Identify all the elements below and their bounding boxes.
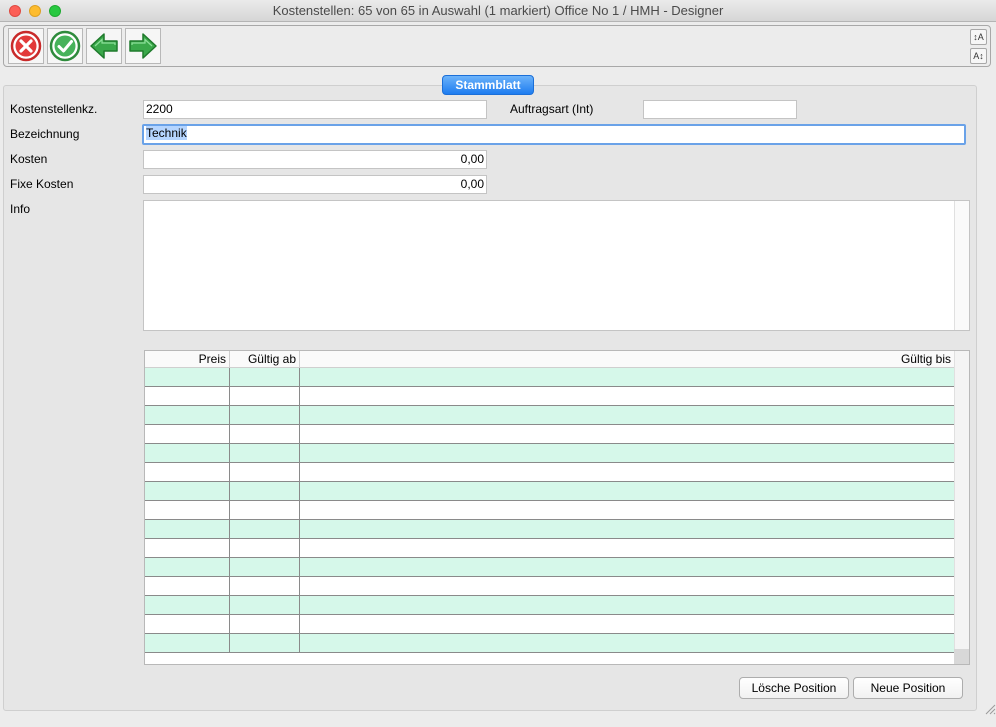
auftragsart-field[interactable] (643, 100, 797, 119)
next-record-icon (129, 33, 157, 59)
table-cell[interactable] (145, 520, 230, 538)
table-cell[interactable] (230, 463, 300, 481)
table-cell[interactable] (145, 444, 230, 462)
table-cell[interactable] (145, 558, 230, 576)
info-label: Info (10, 202, 31, 216)
table-cell[interactable] (230, 558, 300, 576)
table-row[interactable] (145, 463, 954, 482)
table-cell[interactable] (230, 368, 300, 386)
font-decrease-button[interactable]: A↕ (970, 48, 987, 64)
table-cell[interactable] (230, 387, 300, 405)
toolbar: ↕A A↕ (3, 25, 991, 67)
table-row[interactable] (145, 539, 954, 558)
kosten-label: Kosten (10, 152, 48, 166)
table-row[interactable] (145, 558, 954, 577)
confirm-icon (49, 30, 81, 62)
info-textarea[interactable] (143, 200, 970, 331)
column-header-gueltig-ab[interactable]: Gültig ab (230, 351, 300, 368)
bezeichnung-label: Bezeichnung (10, 127, 80, 141)
column-header-preis[interactable]: Preis (145, 351, 230, 368)
table-row[interactable] (145, 596, 954, 615)
price-grid: Preis Gültig ab Gültig bis (144, 350, 970, 665)
table-cell[interactable] (145, 482, 230, 500)
cancel-icon (10, 30, 42, 62)
table-cell[interactable] (145, 615, 230, 633)
table-cell[interactable] (230, 501, 300, 519)
grid-scrollbar[interactable] (954, 351, 969, 664)
table-cell[interactable] (145, 577, 230, 595)
table-row[interactable] (145, 634, 954, 653)
table-cell[interactable] (230, 539, 300, 557)
auftragsart-label: Auftragsart (Int) (510, 102, 594, 116)
fixe-kosten-label: Fixe Kosten (10, 177, 74, 191)
grid-header: Preis Gültig ab Gültig bis (145, 351, 954, 368)
table-cell[interactable] (145, 501, 230, 519)
table-row[interactable] (145, 501, 954, 520)
table-cell[interactable] (230, 615, 300, 633)
table-cell[interactable] (230, 444, 300, 462)
font-increase-button[interactable]: ↕A (970, 29, 987, 45)
window-titlebar: Kostenstellen: 65 von 65 in Auswahl (1 m… (0, 0, 996, 22)
confirm-button[interactable] (47, 28, 83, 64)
table-row[interactable] (145, 425, 954, 444)
table-cell[interactable] (145, 425, 230, 443)
kostenstellenkz-field[interactable]: 2200 (143, 100, 487, 119)
table-cell[interactable] (145, 368, 230, 386)
table-row[interactable] (145, 482, 954, 501)
table-row[interactable] (145, 444, 954, 463)
table-cell[interactable] (230, 577, 300, 595)
table-row[interactable] (145, 577, 954, 596)
next-record-button[interactable] (125, 28, 161, 64)
previous-record-icon (90, 33, 118, 59)
bezeichnung-field[interactable]: Technik (142, 124, 966, 145)
table-row[interactable] (145, 368, 954, 387)
table-cell[interactable] (230, 634, 300, 652)
grid-rows (145, 368, 954, 653)
table-cell[interactable] (145, 596, 230, 614)
table-cell[interactable] (145, 406, 230, 424)
table-cell[interactable] (145, 539, 230, 557)
delete-position-button[interactable]: Lösche Position (739, 677, 849, 699)
table-cell[interactable] (230, 520, 300, 538)
new-position-button[interactable]: Neue Position (853, 677, 963, 699)
table-row[interactable] (145, 387, 954, 406)
column-header-gueltig-bis[interactable]: Gültig bis (300, 351, 954, 368)
table-row[interactable] (145, 406, 954, 425)
table-row[interactable] (145, 615, 954, 634)
tab-stammblatt[interactable]: Stammblatt (442, 75, 534, 95)
table-cell[interactable] (230, 425, 300, 443)
table-cell[interactable] (145, 387, 230, 405)
info-scrollbar[interactable] (954, 201, 969, 330)
kosten-field[interactable]: 0,00 (143, 150, 487, 169)
table-cell[interactable] (145, 463, 230, 481)
table-cell[interactable] (230, 596, 300, 614)
bezeichnung-value: Technik (146, 126, 187, 140)
table-row[interactable] (145, 520, 954, 539)
table-cell[interactable] (230, 406, 300, 424)
previous-record-button[interactable] (86, 28, 122, 64)
table-cell[interactable] (230, 482, 300, 500)
kostenstellenkz-label: Kostenstellenkz. (10, 102, 98, 116)
table-cell[interactable] (145, 634, 230, 652)
grid-scroll-corner (954, 649, 969, 664)
fixe-kosten-field[interactable]: 0,00 (143, 175, 487, 194)
cancel-button[interactable] (8, 28, 44, 64)
resize-grip-icon[interactable] (982, 701, 996, 715)
window-title: Kostenstellen: 65 von 65 in Auswahl (1 m… (272, 3, 724, 18)
